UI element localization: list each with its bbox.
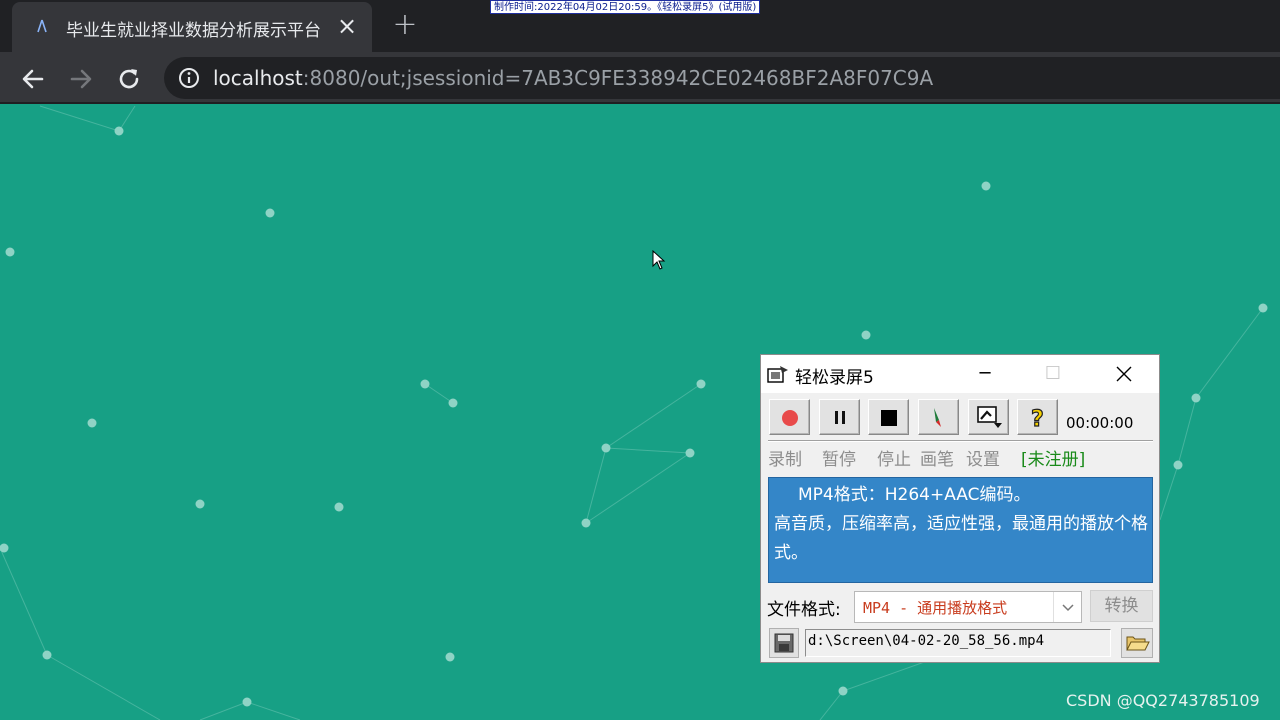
description-line-1: MP4格式：H264+AAC编码。 <box>798 485 1031 505</box>
save-path-button[interactable] <box>769 628 799 658</box>
output-path-value: d:\Screen\04-02-20_58_56.mp4 <box>808 633 1045 649</box>
url-host: localhost <box>213 66 303 90</box>
file-format-select[interactable]: MP4 - 通用播放格式 <box>854 591 1082 623</box>
toolbar-divider <box>768 440 1153 442</box>
maximize-button: ☐ <box>1044 363 1062 384</box>
convert-button: 转换 <box>1090 590 1153 622</box>
registration-link[interactable]: [未注册] <box>1021 445 1085 470</box>
recorder-title: 轻松录屏5 <box>795 368 874 388</box>
stop-label: 停止 <box>877 450 911 470</box>
forward-icon[interactable] <box>66 64 96 94</box>
record-button[interactable] <box>769 399 810 435</box>
browser-tab[interactable]: 毕业生就业择业数据分析展示平台 × <box>12 2 372 52</box>
settings-icon <box>977 406 1002 428</box>
reload-icon[interactable] <box>114 64 144 94</box>
url-text[interactable]: localhost:8080/out;jsessionid=7AB3C9FE33… <box>213 65 933 91</box>
screen: 毕业生就业择业数据分析展示平台 × + 制作时间:2022年04月02日20:5… <box>0 0 1280 720</box>
svg-text:?: ? <box>1031 407 1044 430</box>
floppy-disk-icon <box>774 633 794 653</box>
recorder-titlebar[interactable]: 轻松录屏5 ─ ☐ <box>761 355 1159 393</box>
url-path: :8080/out;jsessionid=7AB3C9FE338942CE024… <box>302 66 934 90</box>
back-icon[interactable] <box>18 64 48 94</box>
recording-banner: 制作时间:2022年04月02日20:59。《轻松录屏5》(试用版) <box>490 0 761 14</box>
tab-title: 毕业生就业择业数据分析展示平台 <box>66 21 321 41</box>
help-icon: ? <box>1030 406 1044 430</box>
stop-button[interactable] <box>868 399 909 435</box>
format-description: MP4格式：H264+AAC编码。 高音质，压缩率高，适应性强，最通用的播放个格… <box>768 477 1153 583</box>
screen-recorder-window: 轻松录屏5 ─ ☐ ? 00:00:00 录制 暂停 停止 画笔 设置 [未注册… <box>760 354 1160 663</box>
file-format-value: MP4 - 通用播放格式 <box>863 599 1008 617</box>
new-tab-button[interactable]: + <box>392 10 418 40</box>
recorder-app-icon <box>767 366 788 383</box>
pen-button[interactable] <box>918 399 959 435</box>
record-icon <box>782 410 798 426</box>
tab-favicon-icon <box>37 19 47 33</box>
mouse-cursor-icon <box>652 250 666 270</box>
csdn-watermark: CSDN @QQ2743785109 <box>1066 691 1260 710</box>
pen-icon <box>934 408 941 427</box>
output-path-field[interactable]: d:\Screen\04-02-20_58_56.mp4 <box>805 629 1111 657</box>
description-line-2: 高音质，压缩率高，适应性强，最通用的播放个格式。 <box>774 514 1148 563</box>
file-format-label: 文件格式: <box>767 600 841 620</box>
settings-button[interactable] <box>968 399 1009 435</box>
chevron-down-icon <box>1062 604 1074 612</box>
minimize-button[interactable]: ─ <box>962 355 1008 393</box>
pause-button[interactable] <box>819 399 860 435</box>
recording-timer: 00:00:00 <box>1066 414 1134 432</box>
dropdown-arrow[interactable] <box>1053 592 1081 622</box>
close-icon <box>1116 366 1132 382</box>
record-label: 录制 <box>768 450 802 470</box>
folder-open-icon <box>1126 636 1150 651</box>
help-button[interactable]: ? <box>1017 399 1058 435</box>
pause-label: 暂停 <box>822 450 856 470</box>
open-folder-button[interactable] <box>1121 628 1153 658</box>
tab-close-icon[interactable]: × <box>336 14 358 38</box>
stop-icon <box>881 410 897 426</box>
pause-icon <box>835 411 845 424</box>
settings-label: 设置 <box>966 450 1000 470</box>
pen-label: 画笔 <box>920 450 954 470</box>
close-button[interactable] <box>1101 355 1147 393</box>
site-info-icon[interactable] <box>178 67 200 89</box>
